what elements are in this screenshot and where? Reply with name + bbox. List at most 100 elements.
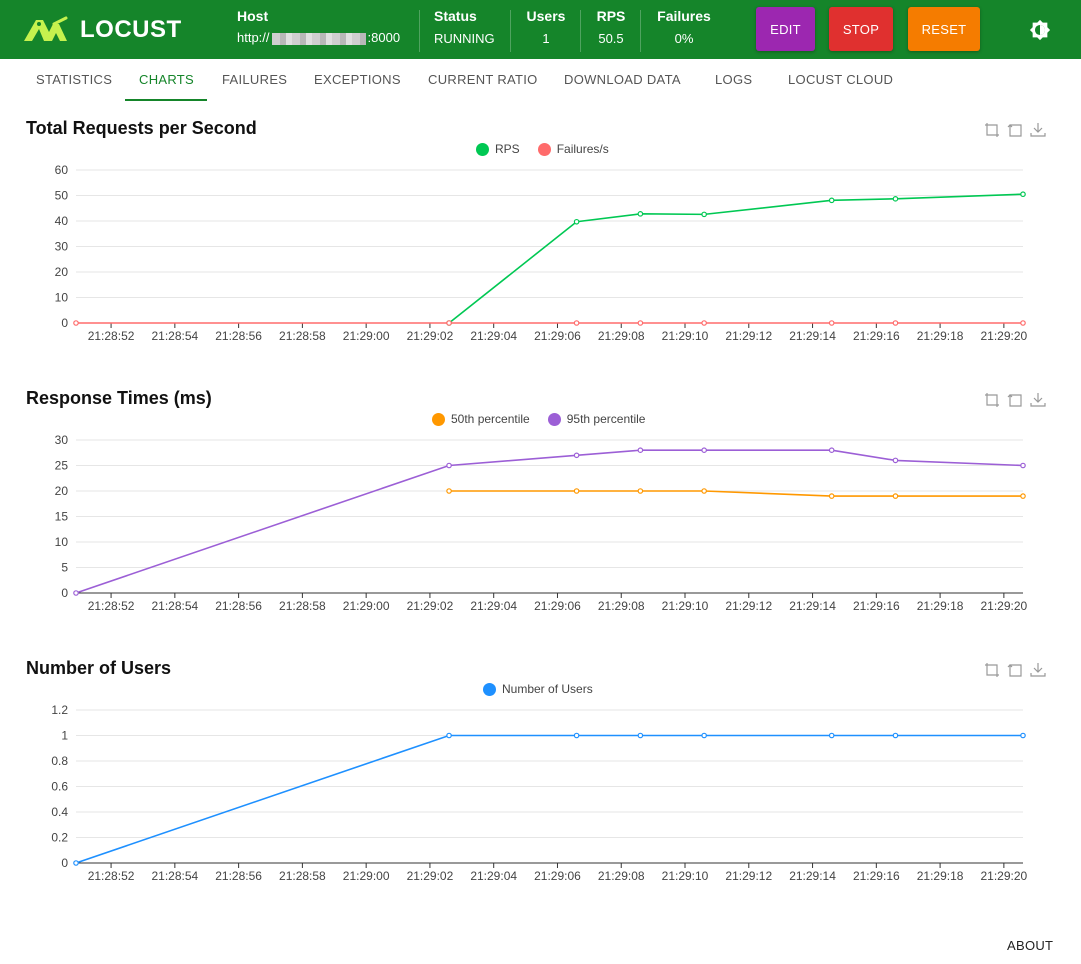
status-info: Status RUNNING	[434, 8, 495, 46]
stop-button[interactable]: STOP	[829, 7, 893, 51]
download-icon[interactable]	[1030, 392, 1046, 408]
download-icon[interactable]	[1030, 122, 1046, 138]
x-tick-label: 21:29:14	[789, 869, 836, 883]
data-point-number-of-users	[446, 732, 452, 739]
x-tick-label: 21:29:20	[981, 599, 1028, 613]
data-point-50th-percentile	[701, 488, 707, 494]
data-point-50th-percentile	[637, 488, 644, 494]
x-tick-label: 21:29:02	[407, 599, 454, 613]
zoom-icon[interactable]	[984, 662, 1000, 678]
zoom-icon[interactable]	[984, 392, 1000, 408]
data-point-50th-percentile	[892, 493, 899, 499]
locust-logo[interactable]: LOCUST	[22, 15, 182, 45]
users-chart: 0 0.2 0.4 0.6 0.8 1 1.2 21:28:52 21:28:54 21:28:5…	[51, 703, 1027, 883]
divider	[419, 10, 420, 52]
data-point-number-of-users	[701, 732, 707, 739]
y-tick-label: 0.6	[51, 780, 68, 794]
restore-icon[interactable]	[1007, 392, 1023, 408]
x-tick-label: 21:29:04	[470, 599, 517, 613]
y-tick-label: 0	[61, 856, 68, 870]
tab-statistics[interactable]: STATISTICS	[36, 72, 112, 87]
x-tick-label: 21:29:08	[598, 329, 645, 343]
chart-legend: RPS Failures/s	[476, 142, 617, 156]
restore-icon[interactable]	[1007, 122, 1023, 138]
x-tick-label: 21:29:14	[789, 329, 836, 343]
chart-title: Total Requests per Second	[26, 118, 257, 138]
chart-legend: 50th percentile 95th percentile	[432, 412, 653, 426]
x-tick-label: 21:28:58	[279, 869, 326, 883]
about-link[interactable]: ABOUT	[1007, 938, 1053, 953]
legend-label: 95th percentile	[566, 412, 646, 426]
data-point-50th-percentile	[573, 488, 580, 494]
x-tick-label: 21:29:02	[407, 869, 454, 883]
y-tick-label: 0.4	[51, 805, 68, 819]
x-tick-label: 21:29:10	[662, 869, 709, 883]
download-icon[interactable]	[1030, 662, 1046, 678]
data-point-failures-s	[892, 320, 899, 326]
y-tick-label: 1	[61, 729, 68, 743]
failures-info: Failures 0%	[653, 8, 715, 46]
legend-item-number-of-users[interactable]: Number of Users	[483, 682, 593, 696]
y-tick-label: 0	[61, 316, 68, 330]
series-line-50th-percentile	[449, 490, 1023, 497]
tab-logs[interactable]: LOGS	[715, 72, 752, 87]
users-label: Users	[526, 8, 566, 24]
x-tick-label: 21:29:08	[598, 599, 645, 613]
y-tick-label: 10	[55, 291, 69, 305]
legend-label: 50th percentile	[451, 412, 530, 426]
x-tick-label: 21:29:18	[917, 599, 964, 613]
legend-item-50th-percentile[interactable]: 50th percentile	[432, 412, 530, 426]
tab-failures[interactable]: FAILURES	[222, 72, 287, 87]
tab-current-ratio[interactable]: CURRENT RATIO	[428, 72, 538, 87]
legend-item-95th-percentile[interactable]: 95th percentile	[547, 412, 646, 426]
tab-bar: STATISTICS CHARTS FAILURES EXCEPTIONS CU…	[0, 59, 1081, 102]
tab-charts[interactable]: CHARTS	[139, 72, 194, 87]
status-label: Status	[434, 8, 477, 24]
legend-item-failures[interactable]: Failures/s	[537, 142, 609, 156]
x-tick-label: 21:29:10	[662, 329, 709, 343]
host-suffix: :8000	[367, 30, 401, 45]
host-value: http:// :8000	[237, 30, 400, 45]
data-point-95th-percentile	[446, 462, 452, 469]
x-tick-label: 21:29:04	[470, 329, 517, 343]
x-tick-label: 21:29:00	[343, 599, 390, 613]
divider	[640, 10, 641, 52]
y-tick-label: 20	[55, 265, 69, 279]
tab-exceptions[interactable]: EXCEPTIONS	[314, 72, 401, 87]
host-label: Host	[237, 8, 269, 24]
tab-locust-cloud[interactable]: LOCUST CLOUD	[788, 72, 893, 87]
x-tick-label: 21:29:04	[470, 869, 517, 883]
data-point-95th-percentile	[892, 457, 899, 464]
chart-title: Number of Users	[26, 658, 172, 678]
theme-toggle-icon[interactable]	[1029, 19, 1051, 41]
legend-item-rps[interactable]: RPS	[476, 142, 520, 156]
reset-button[interactable]: RESET	[908, 7, 980, 51]
zoom-icon[interactable]	[984, 122, 1000, 138]
chart-legend: Number of Users	[483, 682, 601, 696]
users-value: 1	[542, 31, 550, 46]
x-tick-label: 21:28:52	[88, 329, 135, 343]
data-point-number-of-users	[73, 860, 79, 866]
x-tick-label: 21:28:54	[151, 599, 198, 613]
data-point-failures-s	[1020, 320, 1026, 326]
x-tick-label: 21:28:56	[215, 329, 262, 343]
data-point-95th-percentile	[701, 447, 707, 454]
x-tick-label: 21:29:12	[725, 329, 772, 343]
host-prefix: http://	[237, 30, 270, 45]
x-tick-label: 21:29:16	[853, 329, 900, 343]
data-point-50th-percentile	[446, 488, 452, 494]
data-point-failures-s	[637, 320, 644, 326]
x-tick-label: 21:28:56	[215, 869, 262, 883]
data-point-50th-percentile	[1020, 493, 1026, 499]
restore-icon[interactable]	[1007, 662, 1023, 678]
y-tick-label: 60	[55, 163, 69, 177]
data-point-50th-percentile	[828, 493, 835, 499]
rps-label: RPS	[596, 8, 626, 24]
tab-download-data[interactable]: DOWNLOAD DATA	[564, 72, 681, 87]
x-tick-label: 21:29:06	[534, 599, 581, 613]
edit-button[interactable]: EDIT	[756, 7, 815, 51]
rps-chart: 0 10 20 30 40 50 60 21:28:52 21:28:54 21:28:56 21:…	[55, 163, 1028, 343]
x-tick-label: 21:29:20	[981, 329, 1028, 343]
data-point-95th-percentile	[573, 452, 580, 459]
x-tick-label: 21:29:00	[343, 869, 390, 883]
